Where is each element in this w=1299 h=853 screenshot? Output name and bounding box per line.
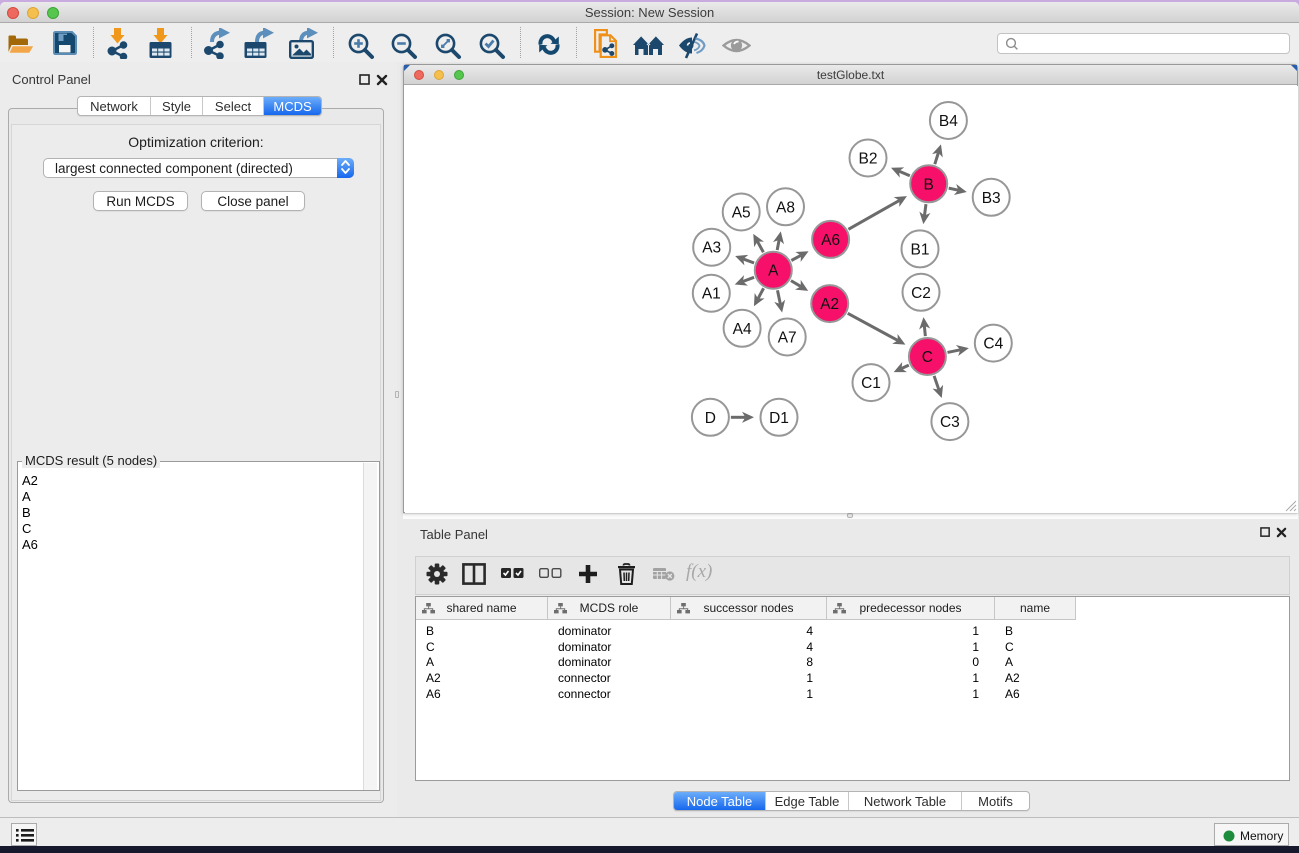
svg-text:B3: B3 bbox=[982, 190, 1001, 207]
svg-text:C2: C2 bbox=[911, 285, 931, 302]
svg-text:A3: A3 bbox=[702, 240, 721, 257]
svg-text:A7: A7 bbox=[778, 330, 797, 347]
svg-text:A: A bbox=[768, 263, 779, 280]
svg-text:C3: C3 bbox=[940, 414, 960, 431]
svg-text:C: C bbox=[922, 349, 933, 366]
svg-text:B1: B1 bbox=[911, 241, 930, 258]
svg-text:B2: B2 bbox=[859, 151, 878, 168]
svg-text:B: B bbox=[924, 176, 934, 193]
svg-text:A2: A2 bbox=[820, 296, 839, 313]
svg-text:A1: A1 bbox=[702, 286, 721, 303]
svg-text:A6: A6 bbox=[821, 232, 840, 249]
svg-text:C1: C1 bbox=[861, 375, 881, 392]
svg-text:D1: D1 bbox=[769, 410, 789, 427]
svg-text:A5: A5 bbox=[732, 205, 751, 222]
svg-text:B4: B4 bbox=[939, 113, 958, 130]
svg-text:A8: A8 bbox=[776, 199, 795, 216]
svg-text:A4: A4 bbox=[733, 321, 752, 338]
svg-text:D: D bbox=[705, 410, 716, 427]
svg-text:C4: C4 bbox=[983, 336, 1003, 353]
